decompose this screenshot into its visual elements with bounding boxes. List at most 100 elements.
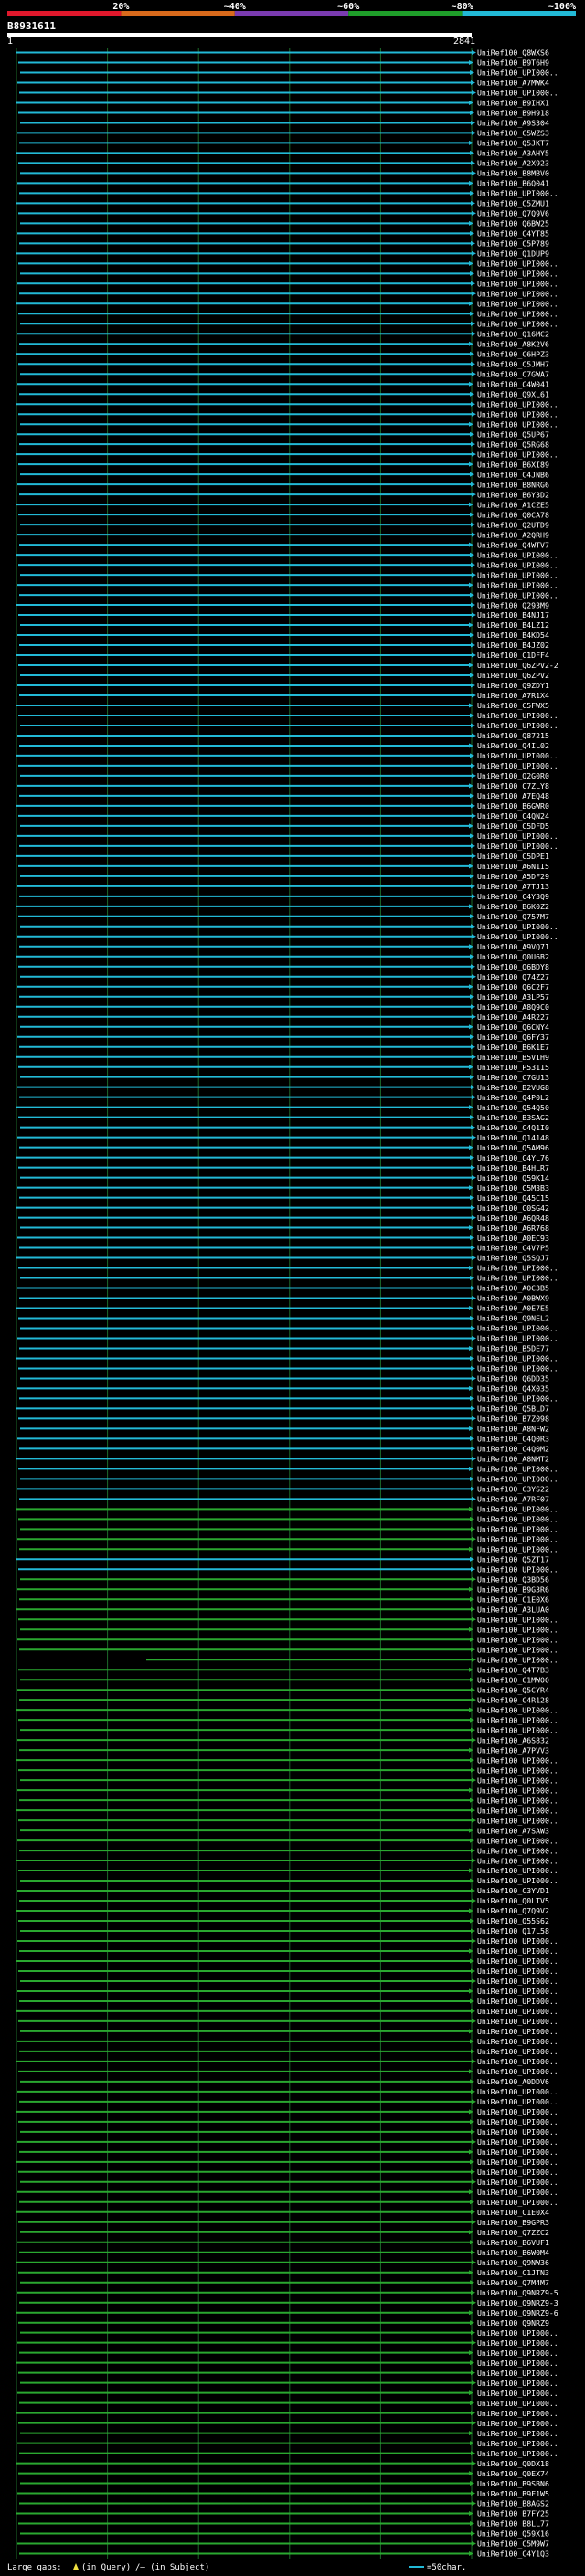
alignment-arrow [472, 2019, 476, 2024]
hit-label: UniRef100_A5DF29 [477, 872, 549, 881]
hit-label: UniRef100_UPI000.. [477, 2429, 558, 2438]
hit-label: UniRef100_Q55S62 [477, 1916, 549, 1925]
identity-scale-bar: 20% ~40% ~60% ~80% ~100% [7, 2, 576, 37]
alignment-arrow [471, 843, 475, 849]
hit-label: UniRef100_UPI000.. [477, 1836, 558, 1845]
alignment-arrow [472, 1898, 476, 1903]
alignment-arrow [472, 2099, 476, 2104]
chart-title: B8931611 [7, 20, 56, 32]
alignment-arrow [471, 763, 475, 769]
alignment-arrow [472, 1375, 476, 1381]
hit-label: UniRef100_UPI000.. [477, 409, 558, 419]
hit-label: UniRef100_UPI000.. [477, 550, 558, 559]
hit-label: UniRef100_B4HLR7 [477, 1163, 549, 1172]
alignment-arrow [472, 612, 476, 618]
hit-label: UniRef100_UPI000.. [477, 1535, 558, 1544]
alignment-arrow [471, 602, 475, 608]
alignment-arrow [472, 2461, 476, 2466]
hit-label: UniRef100_UPI000.. [477, 1264, 558, 1273]
hit-label: UniRef100_UPI000.. [477, 260, 558, 269]
alignment-arrow [472, 1014, 476, 1020]
alignment-arrow [472, 2541, 476, 2547]
hit-label: UniRef100_UPI000.. [477, 270, 558, 279]
hit-label: UniRef100_UPI000.. [477, 1615, 558, 1624]
hit-label: UniRef100_UPI000.. [477, 1515, 558, 1524]
hit-label: UniRef100_UPI000.. [477, 2348, 558, 2358]
hit-label: UniRef100_UPI000.. [477, 2037, 558, 2046]
alignment-arrow [471, 1486, 475, 1491]
hit-label: UniRef100_B6GWR0 [477, 801, 549, 811]
hit-label: UniRef100_C3YVD1 [477, 1886, 549, 1895]
alignment-arrow [472, 1296, 476, 1301]
hit-label: UniRef100_UPI000.. [477, 2047, 558, 2056]
alignment-arrow [472, 1055, 476, 1060]
hit-label: UniRef100_UPI000.. [477, 309, 558, 318]
hit-labels: UniRef100_Q8WXS6UniRef100_B9T6H9 UniRef10… [477, 48, 558, 2559]
hit-label: UniRef100_C4R128 [477, 1695, 549, 1704]
hit-label: UniRef100_B8AGS2 [477, 2499, 549, 2508]
hit-label: UniRef100_A8NMT2 [477, 1455, 549, 1464]
alignment-arrow [472, 693, 476, 698]
alignment-arrow [472, 1536, 476, 1542]
hit-label: UniRef100_UPI000.. [477, 290, 558, 299]
hit-label: UniRef100_UPI000.. [477, 2389, 558, 2398]
hit-label: UniRef100_A7R1X4 [477, 691, 549, 700]
hit-label: UniRef100_Q0U6B2 [477, 952, 549, 961]
hit-label: UniRef100_Q4P0L2 [477, 1093, 549, 1102]
scale-segment [234, 11, 349, 16]
alignment-arrow [471, 884, 475, 889]
alignment-arrow [471, 321, 475, 326]
hit-label: UniRef100_Q9NRZ9-3 [477, 2298, 558, 2307]
hit-label: UniRef100_UPI000.. [477, 2107, 558, 2116]
alignment-arrow [471, 2290, 475, 2295]
hit-label: UniRef100_Q9NRZ9 [477, 2318, 549, 2327]
hit-label: UniRef100_A7MWK4 [477, 79, 549, 88]
hit-label: UniRef100_UPI000.. [477, 2017, 558, 2026]
hit-label: UniRef100_UPI000.. [477, 1564, 558, 1574]
hit-label: UniRef100_A4R227 [477, 1012, 549, 1022]
hit-label: UniRef100_Q59X16 [477, 2529, 549, 2539]
hit-label: UniRef100_UPI000.. [477, 1966, 558, 1976]
hit-label: UniRef100_Q5SQJ7 [477, 1254, 549, 1263]
hit-label: UniRef100_Q7M4M7 [477, 2278, 549, 2287]
hit-label: UniRef100_UPI000.. [477, 2198, 558, 2207]
hit-label: UniRef100_Q6FY37 [477, 1033, 549, 1042]
hit-label: UniRef100_A0DDV6 [477, 2077, 549, 2086]
hit-label: UniRef100_UPI000.. [477, 2067, 558, 2076]
alignment-arrow [472, 411, 476, 417]
alignment-arrow [471, 1928, 475, 1934]
hit-label: UniRef100_Q4X035 [477, 1384, 549, 1394]
alignment-arrow [471, 803, 475, 809]
alignment-arrow [471, 160, 475, 165]
alignment-arrow [471, 2129, 475, 2135]
alignment-arrow [472, 652, 476, 658]
hit-label: UniRef100_C1E0X4 [477, 2208, 549, 2217]
alignment-arrow [471, 1647, 475, 1652]
hit-label: UniRef100_B4KD54 [477, 631, 549, 640]
alignment-arrow [471, 522, 475, 527]
hit-label: UniRef100_C5DPE1 [477, 852, 549, 861]
hit-label: UniRef100_Q4T7B3 [477, 1665, 549, 1674]
hit-label: UniRef100_UPI000.. [477, 2157, 558, 2167]
alignment-arrow [472, 2179, 476, 2185]
hit-label: UniRef100_UPI000.. [477, 1997, 558, 2006]
hit-label: UniRef100_UPI000.. [477, 2369, 558, 2378]
alignment-arrow [472, 1415, 476, 1421]
alignment-arrow [472, 1135, 476, 1140]
hit-label: UniRef100_Q6DD35 [477, 1374, 549, 1383]
hit-label: UniRef100_Q14148 [477, 1133, 549, 1142]
scale-segment [348, 11, 463, 16]
hit-label: UniRef100_C5ZMU1 [477, 199, 549, 208]
hit-label: UniRef100_Q4IL02 [477, 741, 549, 750]
alignment-arrow [471, 441, 475, 447]
hit-label: UniRef100_B6K1E7 [477, 1043, 549, 1052]
hit-label: UniRef100_P53115 [477, 1063, 549, 1072]
hit-label: UniRef100_UPI000.. [477, 2178, 558, 2187]
hit-label: UniRef100_UPI000.. [477, 1977, 558, 1986]
hit-label: UniRef100_UPI000.. [477, 1796, 558, 1805]
hit-label: UniRef100_C5JMH7 [477, 359, 549, 368]
hit-label: UniRef100_UPI000.. [477, 2409, 558, 2418]
alignment-arrow [471, 1205, 475, 1211]
hit-label: UniRef100_Q59K14 [477, 1173, 549, 1182]
hit-label: UniRef100_B9H918 [477, 109, 549, 118]
